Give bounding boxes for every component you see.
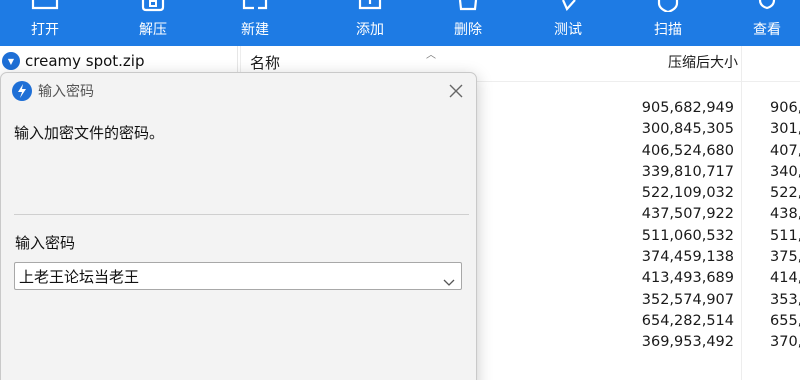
delete-button[interactable]: 删除	[423, 0, 513, 46]
add-icon	[325, 0, 415, 14]
new-archive-icon	[210, 0, 300, 14]
size-cell: 655,	[770, 312, 800, 329]
size-cell: 370,	[770, 334, 800, 351]
sort-ascending-icon: ︿	[426, 50, 436, 61]
password-dialog: 输入密码 输入加密文件的密码。 输入密码 上老王论坛当老王	[0, 72, 477, 380]
size-cell: 407,	[770, 142, 800, 159]
scan-button[interactable]: 扫描	[623, 0, 713, 46]
packed-size-cell: 300,845,305	[641, 121, 734, 138]
password-combobox[interactable]: 上老王论坛当老王	[14, 262, 462, 290]
packed-size-cell: 905,682,949	[641, 100, 734, 116]
close-icon[interactable]	[447, 82, 465, 100]
size-cell: 414,	[770, 270, 800, 287]
size-cell: 301,	[770, 121, 800, 138]
packed-size-cell: 522,109,032	[641, 185, 734, 202]
packed-size-cell: 374,459,138	[641, 249, 734, 266]
new-button[interactable]: 新建	[210, 0, 300, 46]
packed-size-cell: 352,574,907	[641, 291, 734, 308]
dialog-title: 输入密码	[38, 84, 94, 100]
test-label: 测试	[554, 22, 582, 38]
extract-label: 解压	[139, 22, 167, 38]
password-input[interactable]: 上老王论坛当老王	[19, 266, 139, 287]
delete-label: 删除	[454, 22, 482, 38]
add-button[interactable]: 添加	[325, 0, 415, 46]
column-header-packed-size[interactable]: 压缩后大小	[652, 52, 738, 72]
dialog-title-bar: 输入密码	[1, 73, 476, 109]
app-logo-icon	[12, 81, 32, 101]
packed-size-cell: 339,810,717	[641, 163, 734, 180]
toolbar: 打开 解压 新建 添加 删除 测试 扫描 查看	[0, 0, 800, 46]
extract-button[interactable]: 解压	[108, 0, 198, 46]
view-label: 查看	[753, 22, 781, 38]
scan-label: 扫描	[654, 22, 682, 38]
view-icon	[722, 0, 800, 14]
open-label: 打开	[31, 22, 59, 38]
zip-archive-icon: ▼	[2, 52, 20, 70]
size-cell: 340,	[770, 163, 800, 180]
size-cell: 906,	[770, 100, 800, 116]
packed-size-cell: 369,953,492	[641, 334, 734, 351]
packed-size-cell: 437,507,922	[641, 206, 734, 223]
packed-size-cell: 406,524,680	[641, 142, 734, 159]
tree-item-label: creamy spot.zip	[25, 52, 145, 70]
tree-item-archive[interactable]: ▼ creamy spot.zip	[0, 50, 145, 72]
column-header-name[interactable]: 名称	[250, 52, 280, 73]
delete-icon	[423, 0, 513, 14]
new-label: 新建	[241, 22, 269, 38]
divider	[14, 214, 469, 215]
extract-icon	[108, 0, 198, 14]
password-field-label: 输入密码	[15, 234, 76, 252]
packed-size-cell: 413,493,689	[641, 270, 734, 287]
size-cell: 353,	[770, 291, 800, 308]
packed-size-cell: 511,060,532	[641, 227, 734, 244]
test-icon	[523, 0, 613, 14]
add-label: 添加	[356, 22, 384, 38]
size-cell: 522,	[770, 185, 800, 202]
size-cell: 375,	[770, 249, 800, 266]
size-cell: 438,	[770, 206, 800, 223]
chevron-down-icon[interactable]	[443, 272, 455, 286]
folder-open-icon	[0, 0, 90, 14]
scan-shield-icon	[623, 0, 713, 14]
open-button[interactable]: 打开	[0, 0, 90, 46]
view-button[interactable]: 查看	[722, 0, 800, 46]
packed-size-cell: 654,282,514	[641, 312, 734, 329]
test-button[interactable]: 测试	[523, 0, 613, 46]
dialog-message: 输入加密文件的密码。	[14, 124, 165, 142]
size-cell: 511,	[770, 227, 800, 244]
